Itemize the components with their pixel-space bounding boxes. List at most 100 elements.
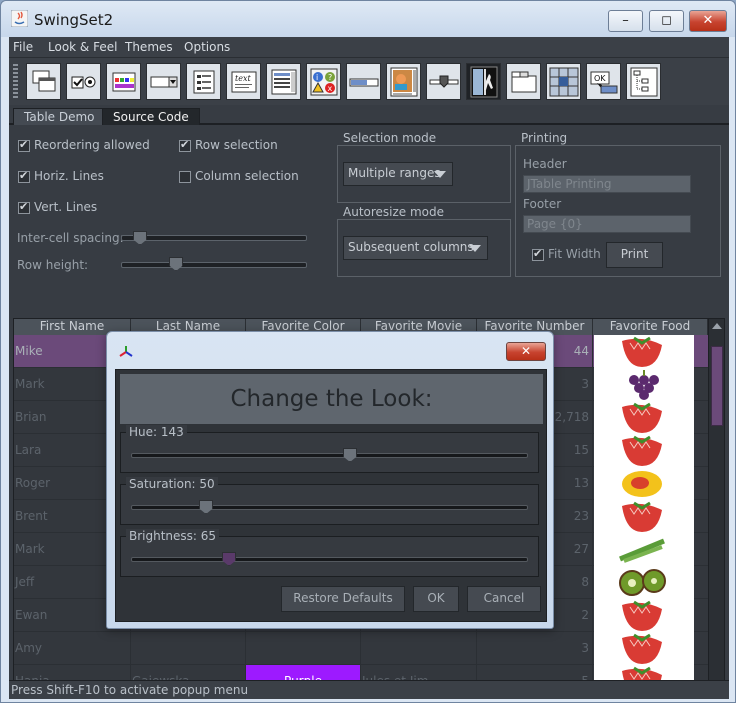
column-header-favorite-food[interactable]: Favorite Food <box>593 319 708 335</box>
saturation-group: Saturation: 50 <box>120 477 539 525</box>
file-chooser-demo-icon[interactable] <box>186 63 221 100</box>
menu-bar: File Look & Feel Themes Options <box>9 37 729 57</box>
svg-text:text: text <box>235 74 251 83</box>
title-bar: SwingSet2 – ◻ ✕ <box>1 1 735 37</box>
scroll-pane-demo-icon[interactable] <box>386 63 421 100</box>
minimize-button[interactable]: – <box>608 10 643 32</box>
slider-demo-icon[interactable] <box>426 63 461 100</box>
brightness-thumb[interactable] <box>222 552 236 566</box>
cancel-button[interactable]: Cancel <box>467 586 541 612</box>
hue-group: Hue: 143 <box>120 425 539 473</box>
strawberry-icon <box>594 401 694 434</box>
selection-mode-combo[interactable]: Multiple ranges <box>343 162 453 186</box>
hue-thumb[interactable] <box>343 448 357 462</box>
dialog-body: Change the Look: Hue: 143 Saturation: 50… <box>115 369 547 622</box>
strawberry-icon <box>594 335 694 368</box>
row-height-slider[interactable] <box>121 262 307 268</box>
selection-mode-value: Multiple ranges <box>348 166 441 180</box>
tab-source-code[interactable]: Source Code <box>102 108 200 125</box>
dialog-close-button[interactable]: ✕ <box>506 342 546 361</box>
footer-field[interactable]: Page {0} <box>523 215 691 233</box>
demo-toolbar: text i? x OK <box>9 57 729 105</box>
change-look-dialog: ✕ Change the Look: Hue: 143 Saturation: … <box>106 331 554 629</box>
window-title: SwingSet2 <box>34 11 114 29</box>
menu-look-and-feel[interactable]: Look & Feel <box>48 40 117 54</box>
column-selection-checkbox[interactable] <box>179 171 191 183</box>
saturation-slider[interactable] <box>131 505 528 510</box>
column-selection-label: Column selection <box>195 169 299 183</box>
brightness-slider[interactable] <box>131 557 528 562</box>
vert-lines-checkbox[interactable] <box>18 200 30 214</box>
selection-mode-title: Selection mode <box>340 131 440 145</box>
cell-movie[interactable] <box>361 632 477 665</box>
strawberry-icon <box>594 632 694 665</box>
combobox-demo-icon[interactable] <box>146 63 181 100</box>
header-field[interactable]: JTable Printing <box>523 175 691 193</box>
ok-button[interactable]: OK <box>413 586 459 612</box>
row-height-thumb[interactable] <box>169 257 183 271</box>
inter-cell-spacing-label: Inter-cell spacing: <box>17 231 124 245</box>
scrollbar-thumb[interactable] <box>711 346 723 426</box>
horiz-lines-checkbox[interactable] <box>18 169 30 183</box>
print-button[interactable]: Print <box>606 242 663 268</box>
color-chooser-demo-icon[interactable] <box>106 63 141 100</box>
tab-bar: Table Demo Source Code <box>9 105 729 125</box>
svg-text:?: ? <box>328 73 332 82</box>
toolbar-grip[interactable] <box>13 64 18 100</box>
table-vertical-scrollbar[interactable] <box>708 319 724 697</box>
footer-label: Footer <box>523 197 562 211</box>
maximize-button[interactable]: ◻ <box>649 10 684 32</box>
fit-width-checkbox[interactable] <box>532 247 544 261</box>
reordering-checkbox[interactable] <box>18 138 30 152</box>
menu-themes[interactable]: Themes <box>125 40 173 54</box>
close-button[interactable]: ✕ <box>689 10 727 32</box>
printing-title: Printing <box>518 131 571 145</box>
asparagus-icon <box>594 533 694 566</box>
reordering-label: Reordering allowed <box>34 138 150 152</box>
tooltip-demo-icon[interactable]: OK <box>586 63 621 100</box>
menu-options[interactable]: Options <box>184 40 230 54</box>
brightness-label: Brightness: 65 <box>126 529 220 543</box>
saturation-thumb[interactable] <box>199 500 213 514</box>
saturation-label: Saturation: 50 <box>126 477 218 491</box>
tree-demo-icon[interactable] <box>626 63 661 100</box>
internal-frame-demo-icon[interactable] <box>26 63 61 100</box>
scroll-up-arrow-icon[interactable] <box>712 323 722 329</box>
dialog-header: Change the Look: <box>120 374 543 424</box>
menu-file[interactable]: File <box>13 40 33 54</box>
list-demo-icon[interactable] <box>266 63 301 100</box>
restore-defaults-button[interactable]: Restore Defaults <box>281 586 405 612</box>
row-height-label: Row height: <box>17 258 89 272</box>
strawberry-icon <box>594 599 694 632</box>
autoresize-mode-combo[interactable]: Subsequent columns <box>343 236 488 260</box>
svg-text:i: i <box>316 73 318 82</box>
mango-icon <box>594 467 694 500</box>
cell-color[interactable] <box>246 632 361 665</box>
row-selection-label: Row selection <box>195 138 278 152</box>
fit-width-label: Fit Width <box>548 247 601 261</box>
cell-first[interactable]: Amy <box>14 632 131 665</box>
hue-slider[interactable] <box>131 453 528 458</box>
grapes-icon <box>594 368 694 401</box>
tab-table-demo[interactable]: Table Demo <box>13 108 106 125</box>
java-app-icon <box>11 10 28 27</box>
svg-text:x: x <box>327 84 332 93</box>
inter-cell-spacing-thumb[interactable] <box>133 231 147 245</box>
button-demo-icon[interactable] <box>66 63 101 100</box>
cell-number[interactable]: 3 <box>477 632 593 665</box>
table-demo-icon[interactable] <box>546 63 581 100</box>
autoresize-mode-value: Subsequent columns <box>348 240 474 254</box>
editor-pane-demo-icon[interactable]: text <box>226 63 261 100</box>
header-label: Header <box>523 157 567 171</box>
inter-cell-spacing-slider[interactable] <box>121 235 307 241</box>
split-pane-demo-icon[interactable] <box>466 63 501 100</box>
chevron-down-icon <box>469 245 481 252</box>
tabbed-pane-demo-icon[interactable] <box>506 63 541 100</box>
option-pane-demo-icon[interactable]: i? x <box>306 63 341 100</box>
horiz-lines-label: Horiz. Lines <box>34 169 104 183</box>
strawberry-icon <box>594 500 694 533</box>
table-row[interactable]: Amy 3 <box>14 632 708 665</box>
progress-bar-demo-icon[interactable] <box>346 63 381 100</box>
row-selection-checkbox[interactable] <box>179 138 191 152</box>
cell-last[interactable] <box>131 632 246 665</box>
